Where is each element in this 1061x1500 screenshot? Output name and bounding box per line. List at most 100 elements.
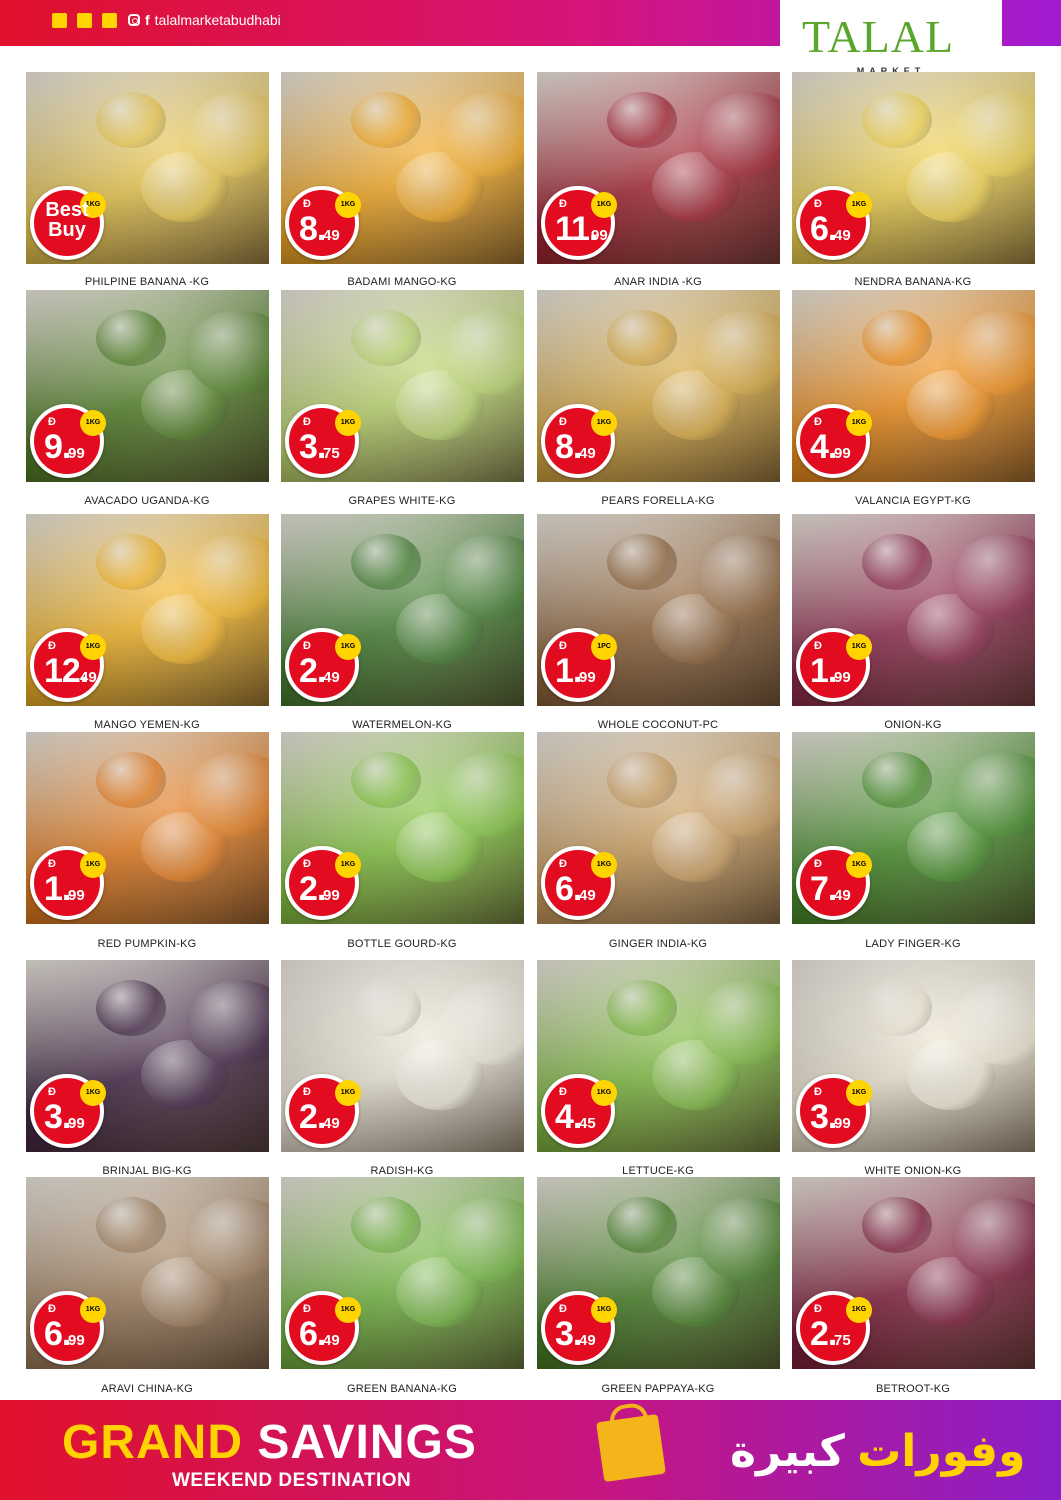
price-decimal: 49 [579,445,596,462]
product-image[interactable]: 1KG Đ 1. 99 [26,732,269,924]
price-badge: 1KG Đ 1. 99 [796,628,872,702]
price-decimal: 49 [834,887,851,904]
product-image[interactable]: 1KG Đ 4. 45 [537,960,780,1152]
product-image[interactable]: 1KG Đ 3. 99 [26,960,269,1152]
unit-tag: 1KG [846,1297,872,1323]
price-decimal: 49 [579,887,596,904]
product-name: WHOLE COCONUT-PC [597,719,719,731]
price-integer: 2. [810,1315,837,1353]
product-name: VALANCIA EGYPT-KG [855,495,971,507]
price-badge: 1KG Đ 1. 99 [30,846,106,920]
unit-tag: 1KG [591,410,617,436]
price-integer: 4. [810,428,837,466]
unit-tag: 1KG [80,1297,106,1323]
price-integer: 7. [810,870,837,908]
price-badge: 1KG Đ 4. 45 [541,1074,617,1148]
social-handle[interactable]: talalmarketabudhabi [155,12,281,28]
unit-tag: 1KG [335,410,361,436]
product-name: GRAPES WHITE-KG [348,495,456,507]
product-image[interactable]: 1KG Đ 3. 99 [792,960,1035,1152]
price-badge: 1KG Đ 12. 49 [30,628,106,702]
product-name: BETROOT-KG [875,1383,951,1395]
instagram-icon [128,14,140,26]
product-image[interactable]: 1KG Đ 1. 99 [792,514,1035,706]
price-badge: 1KG Đ 3. 49 [541,1291,617,1365]
unit-tag: 1KG [846,634,872,660]
product-image[interactable]: 1KG Đ 4. 99 [792,290,1035,482]
price-integer: 3. [810,1098,837,1136]
currency-symbol: Đ [814,1086,822,1098]
product-image[interactable]: 1KG Đ 6. 99 [26,1177,269,1369]
unit-tag: 1KG [591,1080,617,1106]
weekend-destination: WEEKEND DESTINATION [172,1470,412,1491]
product-name: PEARS FORELLA-KG [601,495,715,507]
price-badge: 1KG Đ 2. 49 [285,628,361,702]
currency-symbol: Đ [48,1303,56,1315]
product-name: GREEN BANANA-KG [347,1383,457,1395]
product-image[interactable]: 1KG Đ 6. 49 [792,72,1035,264]
unit-tag: 1KG [335,1297,361,1323]
dot-1 [52,13,67,28]
product-image[interactable]: 1KG Đ 3. 49 [537,1177,780,1369]
unit-tag: 1KG [80,410,106,436]
product-name: ONION-KG [884,719,942,731]
unit-tag: 1KG [846,1080,872,1106]
grand-word: GRAND [62,1416,243,1469]
product-name: LETTUCE-KG [622,1165,694,1177]
arabic-word-1: وفورات [857,1427,1026,1476]
price-decimal: 75 [834,1332,851,1349]
product-image[interactable]: 1KG Đ 2. 99 [281,732,524,924]
price-decimal: 99 [579,669,596,686]
unit-tag: 1PC [591,634,617,660]
product-image[interactable]: 1KG Đ 6. 49 [537,732,780,924]
product-name: ANAR INDIA -KG [614,276,702,288]
price-badge: 1KG Đ 3. 99 [796,1074,872,1148]
price-decimal: 49 [323,227,340,244]
unit-tag: 1KG [846,192,872,218]
product-image[interactable]: 1KG Đ 8. 49 [281,72,524,264]
product-name: RADISH-KG [370,1165,434,1177]
product-image[interactable]: 1KG Best Buy [26,72,269,264]
price-decimal: 99 [834,1115,851,1132]
product-name: MANGO YEMEN-KG [94,719,200,731]
savings-word: SAVINGS [257,1416,477,1469]
product-name: NENDRA BANANA-KG [854,276,972,288]
price-decimal: 99 [834,669,851,686]
price-decimal: 99 [323,887,340,904]
price-badge: 1KG Đ 6. 49 [796,186,872,260]
product-image[interactable]: 1PC Đ 1. 99 [537,514,780,706]
product-image[interactable]: 1KG Đ 2. 75 [792,1177,1035,1369]
product-image[interactable]: 1KG Đ 2. 49 [281,960,524,1152]
social-handle-row[interactable]: f talalmarketabudhabi [128,12,281,28]
price-badge: 1KG Đ 2. 49 [285,1074,361,1148]
product-image[interactable]: 1KG Đ 2. 49 [281,514,524,706]
product-name: PHILPINE BANANA -KG [84,276,210,288]
currency-symbol: Đ [559,416,567,428]
product-image[interactable]: 1KG Đ 8. 49 [537,290,780,482]
price-decimal: 75 [323,445,340,462]
product-image[interactable]: 1KG Đ 12. 49 [26,514,269,706]
footer-banner: GRAND SAVINGS WEEKEND DESTINATION وفورات… [0,1400,1061,1500]
product-image[interactable]: 1KG Đ 6. 49 [281,1177,524,1369]
price-badge: 1KG Đ 8. 49 [541,404,617,478]
currency-symbol: Đ [48,416,56,428]
arabic-title: وفورات كبيرة [730,1426,1025,1477]
price-decimal: 45 [579,1115,596,1132]
unit-tag: 1KG [335,1080,361,1106]
product-image[interactable]: 1KG Đ 7. 49 [792,732,1035,924]
unit-tag: 1KG [80,852,106,878]
price-integer: 8. [555,428,582,466]
currency-symbol: Đ [814,416,822,428]
product-image[interactable]: 1KG Đ 11. 99 [537,72,780,264]
currency-symbol: Đ [303,858,311,870]
price-decimal: 49 [579,1332,596,1349]
price-integer: 1. [810,652,837,690]
product-image[interactable]: 1KG Đ 9. 99 [26,290,269,482]
product-image[interactable]: 1KG Đ 3. 75 [281,290,524,482]
currency-symbol: Đ [559,858,567,870]
price-badge: 1PC Đ 1. 99 [541,628,617,702]
currency-symbol: Đ [559,1303,567,1315]
product-name: BRINJAL BIG-KG [102,1165,192,1177]
currency-symbol: Đ [559,640,567,652]
price-integer: 8. [299,210,326,248]
